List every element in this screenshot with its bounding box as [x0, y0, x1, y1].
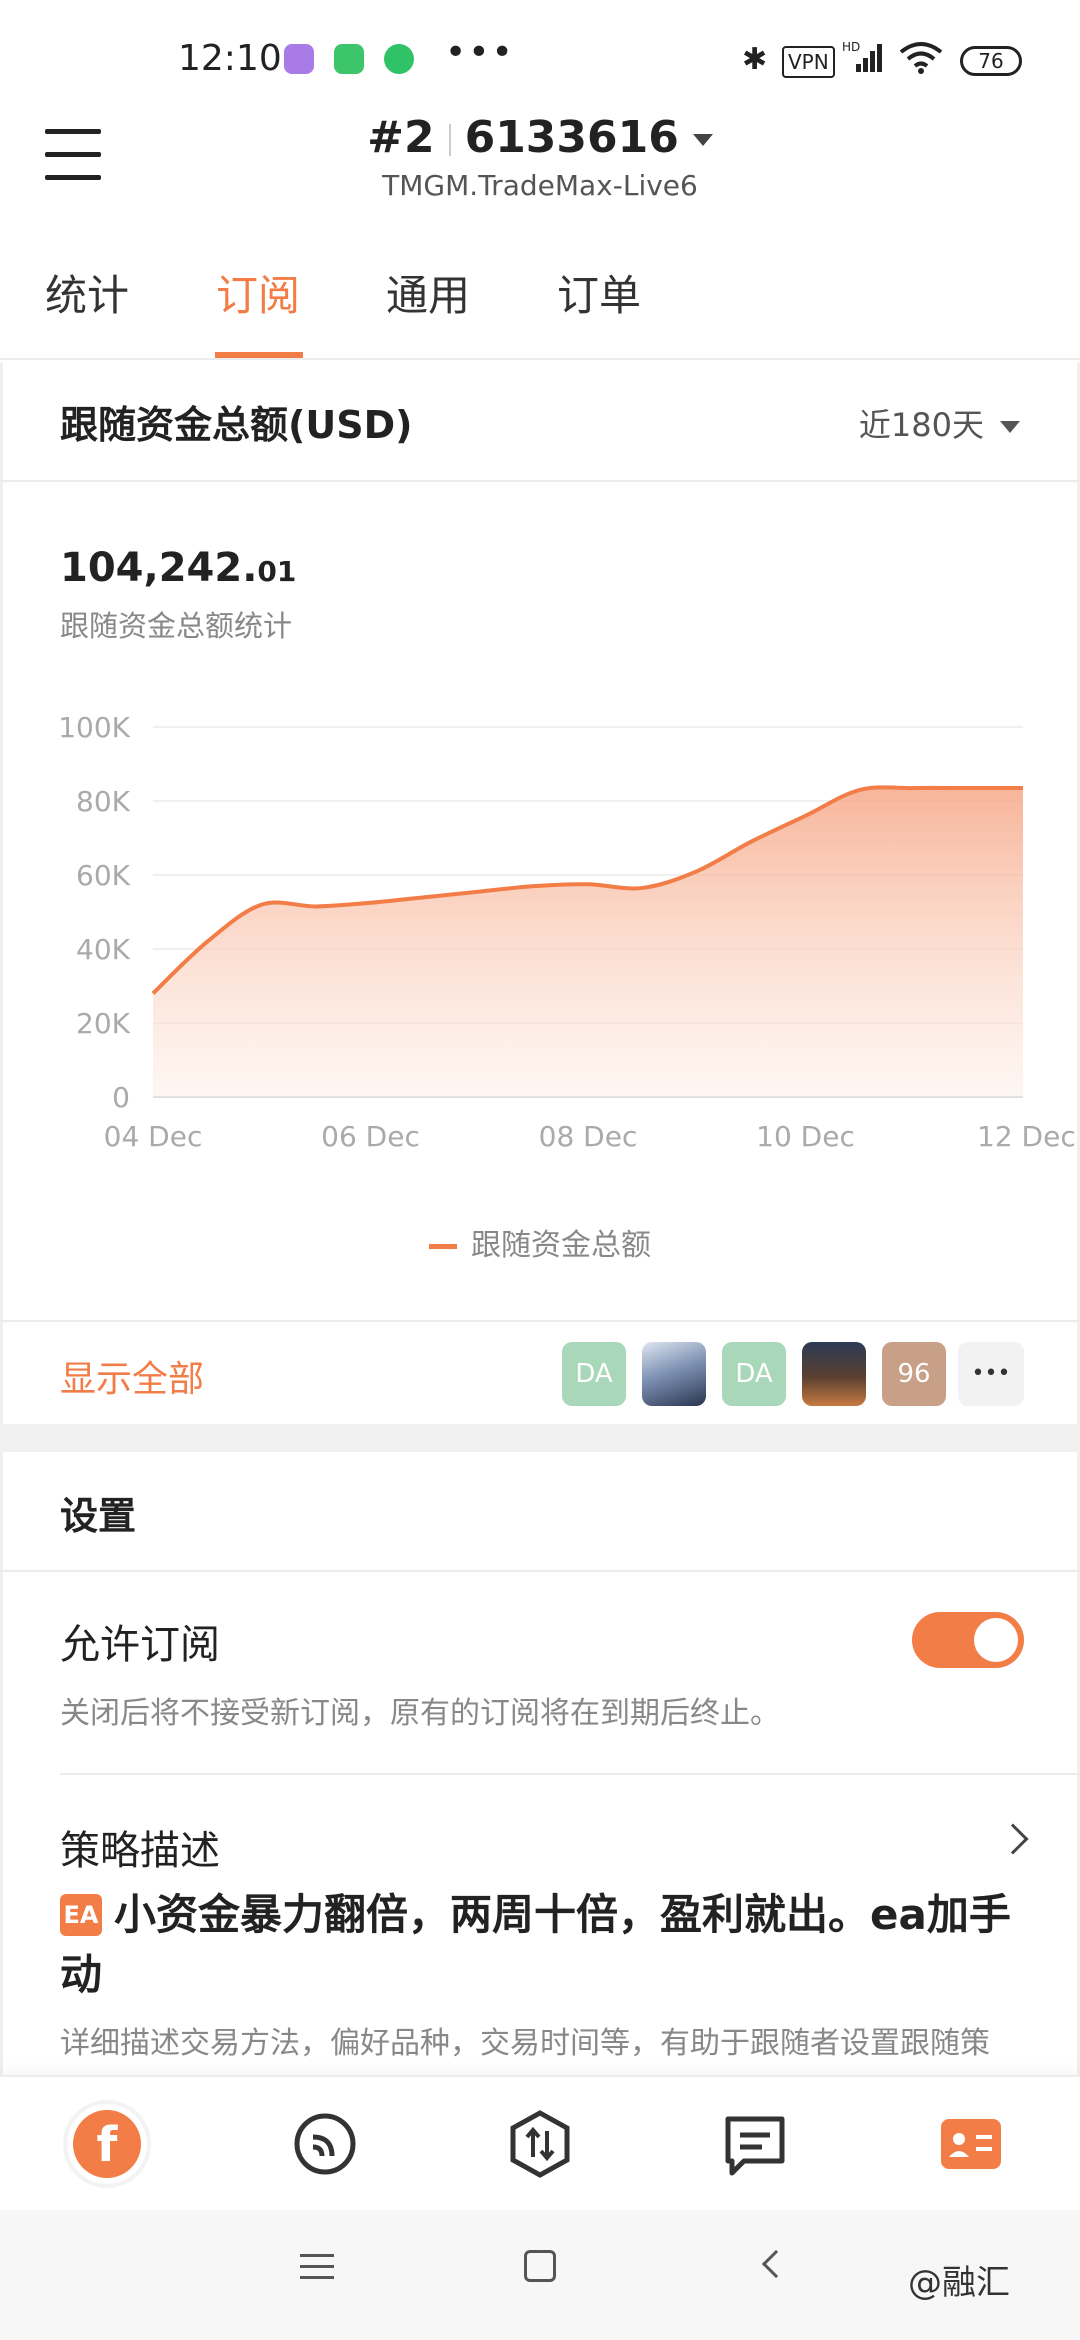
- wifi-icon: [898, 40, 944, 83]
- menu-icon[interactable]: [0, 110, 140, 220]
- svg-text:f: f: [97, 2117, 119, 2173]
- range-selector[interactable]: 近180天: [859, 400, 1020, 446]
- strategy-text: 小资金暴力翻倍，两周十倍，盈利就出。ea加手动: [60, 1890, 1011, 1999]
- account-number: #2: [367, 112, 435, 163]
- total-amount: 104,242.01: [60, 545, 296, 591]
- cell-signal-icon: HD: [842, 40, 886, 81]
- x-tick-label: 06 Dec: [321, 1120, 420, 1153]
- chart-legend: 跟随资金总额: [0, 1220, 1080, 1264]
- chart-header: 跟随资金总额(USD) 近180天: [0, 362, 1080, 482]
- total-amount-decimal: 01: [257, 555, 297, 588]
- y-tick-label: 100K: [58, 711, 130, 744]
- y-tick-label: 60K: [76, 859, 131, 892]
- toggle-knob: [974, 1618, 1018, 1662]
- y-tick-label: 40K: [76, 933, 131, 966]
- y-tick-label: 0: [112, 1081, 130, 1114]
- battery-icon: 76: [960, 46, 1022, 76]
- avatar[interactable]: DA: [722, 1342, 786, 1406]
- section-divider: [0, 1424, 1080, 1452]
- home-logo-icon[interactable]: f: [62, 2099, 152, 2189]
- avatar[interactable]: [642, 1342, 706, 1406]
- bottom-nav: f: [0, 2075, 1080, 2210]
- vpn-icon: VPN: [782, 46, 835, 78]
- more-notifications-icon: •••: [445, 32, 515, 73]
- calendar-notification-icon: [334, 44, 364, 74]
- recent-apps-icon[interactable]: [300, 2250, 334, 2280]
- profile-card-icon[interactable]: [926, 2099, 1016, 2189]
- range-label: 近180天: [858, 406, 984, 444]
- allow-subscription-desc: 关闭后将不接受新订阅，原有的订阅将在到期后终止。: [60, 1696, 780, 1731]
- dropdown-caret-icon: [692, 134, 713, 146]
- tab-general[interactable]: 通用: [386, 262, 470, 323]
- follow-funds-chart: 100K 80K 60K 40K 20K 0 04 Dec 06 Dec 08 Dec 10 D…: [58, 711, 1076, 1153]
- status-time: 12:10: [178, 38, 282, 79]
- account-id: 6133616: [464, 112, 679, 163]
- range-caret-icon: [1000, 421, 1020, 433]
- series-area: [153, 787, 1023, 1097]
- x-tick-label: 12 Dec: [977, 1120, 1076, 1153]
- followers-row: 显示全部 DA DA 96 •••: [0, 1320, 1080, 1424]
- back-icon[interactable]: [761, 2249, 791, 2279]
- divider: [0, 1570, 1080, 1572]
- server-name: TMGM.TradeMax-Live6: [382, 169, 698, 202]
- y-tick-label: 20K: [76, 1007, 131, 1040]
- account-selector[interactable]: #2 6133616 TMGM.TradeMax-Live6: [0, 110, 1080, 202]
- allow-subscription-toggle[interactable]: [912, 1612, 1024, 1668]
- ea-badge: EA: [60, 1894, 102, 1936]
- x-tick-label: 08 Dec: [539, 1120, 638, 1153]
- tab-bar: 统计 订阅 通用 订单: [0, 230, 1080, 360]
- divider: [60, 1773, 1080, 1775]
- app-header: #2 6133616 TMGM.TradeMax-Live6: [0, 110, 1080, 220]
- legend-swatch: [429, 1244, 457, 1249]
- tab-statistics[interactable]: 统计: [45, 262, 129, 323]
- signal-icon[interactable]: [280, 2099, 370, 2189]
- tab-orders[interactable]: 订单: [557, 262, 641, 323]
- legend-label: 跟随资金总额: [471, 1228, 651, 1263]
- svg-text:HD: HD: [842, 40, 860, 54]
- message-icon[interactable]: [710, 2099, 800, 2189]
- avatar[interactable]: [802, 1342, 866, 1406]
- telegram-notification-icon: [384, 44, 414, 74]
- settings-title: 设置: [60, 1494, 137, 1538]
- show-all-link[interactable]: 显示全部: [60, 1350, 204, 1402]
- status-bar: 12:10 ••• ✱ VPN HD 76: [0, 0, 1080, 110]
- total-amount-label: 跟随资金总额统计: [60, 609, 293, 643]
- follower-count-badge[interactable]: 96: [882, 1342, 946, 1406]
- allow-subscription-label: 允许订阅: [60, 1622, 220, 1668]
- avatar[interactable]: DA: [562, 1342, 626, 1406]
- app-notification-icon: [284, 44, 314, 74]
- bluetooth-icon: ✱: [742, 42, 768, 77]
- total-amount-main: 104,242.: [60, 545, 258, 591]
- y-tick-label: 80K: [76, 785, 131, 818]
- x-tick-label: 04 Dec: [104, 1120, 203, 1153]
- x-tick-label: 10 Dec: [756, 1120, 855, 1153]
- strategy-headline: EA 小资金暴力翻倍，两周十倍，盈利就出。ea加手动: [60, 1885, 1030, 2005]
- strategy-description: 详细描述交易方法，偏好品种，交易时间等，有助于跟随者设置跟随策略。: [60, 2026, 990, 2061]
- watermark: @融汇: [908, 2263, 1010, 2303]
- tab-subscription[interactable]: 订阅: [216, 262, 300, 323]
- strategy-label: 策略描述: [60, 1828, 220, 1874]
- active-tab-indicator: [215, 352, 303, 358]
- trade-icon[interactable]: [495, 2099, 585, 2189]
- chart-title: 跟随资金总额(USD): [60, 403, 413, 447]
- more-followers-button[interactable]: •••: [958, 1342, 1024, 1406]
- home-button-icon[interactable]: [524, 2250, 556, 2282]
